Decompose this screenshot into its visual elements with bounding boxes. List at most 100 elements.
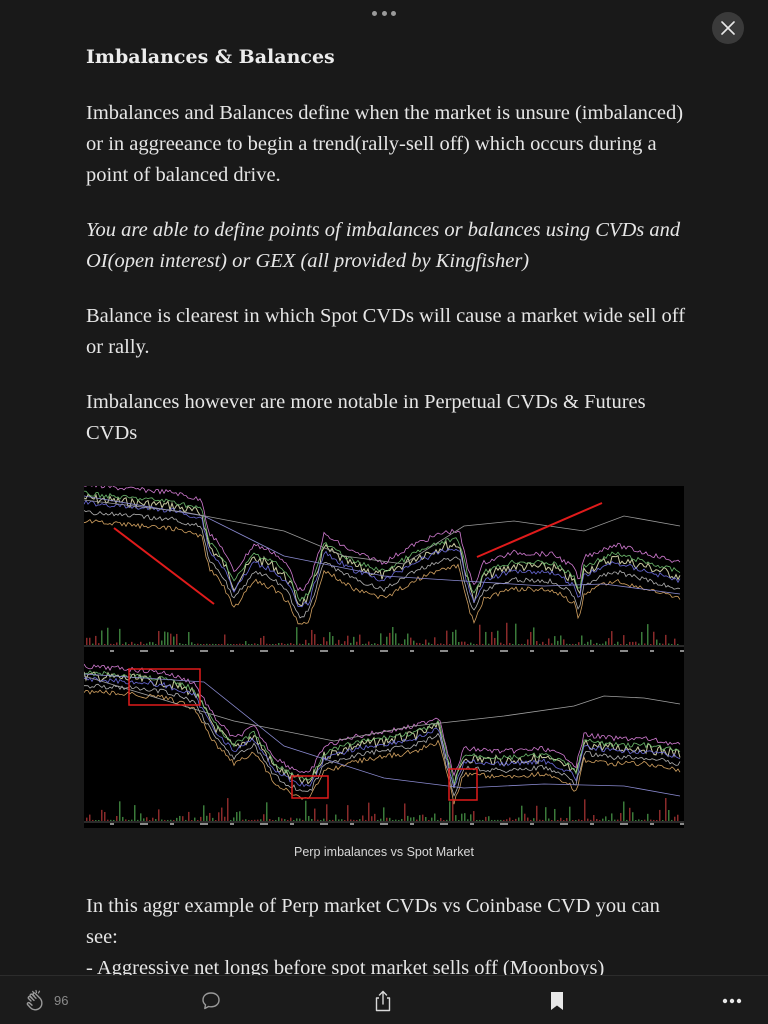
volume-bar (512, 643, 514, 645)
volume-bar (299, 643, 301, 645)
volume-bar (356, 641, 358, 645)
volume-bar (668, 643, 670, 645)
volume-bar (125, 819, 127, 821)
volume-bar (254, 819, 256, 821)
volume-bar (320, 643, 322, 645)
volume-bar (452, 800, 454, 821)
volume-bar (113, 643, 115, 645)
comment-button[interactable] (200, 976, 222, 1024)
axis-tick-mark (350, 650, 354, 652)
volume-bar (515, 623, 517, 645)
volume-bar (398, 819, 400, 821)
axis-tick-mark (140, 823, 148, 825)
volume-bar (92, 819, 94, 821)
volume-bar (290, 817, 292, 821)
volume-bar (548, 638, 550, 645)
volume-bar (308, 643, 310, 645)
axis-tick-mark (500, 823, 508, 825)
volume-bar (428, 819, 430, 821)
close-button[interactable] (712, 12, 744, 44)
volume-bar (329, 819, 331, 821)
volume-bar (266, 643, 268, 645)
volume-bar (227, 798, 229, 821)
share-button[interactable] (372, 976, 394, 1024)
volume-bar (584, 643, 586, 645)
volume-bar (89, 637, 91, 645)
volume-bar (542, 819, 544, 821)
volume-bar (119, 628, 121, 645)
volume-bar (110, 643, 112, 645)
volume-bar (326, 804, 328, 821)
volume-bar (638, 819, 640, 821)
volume-bar (413, 817, 415, 821)
volume-bar (269, 819, 271, 821)
volume-bar (431, 817, 433, 821)
volume-bar (110, 819, 112, 821)
volume-bar (470, 814, 472, 821)
volume-bar (362, 815, 364, 821)
volume-bar (251, 819, 253, 821)
volume-bar (362, 643, 364, 645)
clap-button[interactable]: 96 (24, 976, 68, 1024)
volume-bar (341, 643, 343, 645)
volume-bar (572, 819, 574, 821)
volume-bar (185, 643, 187, 645)
volume-bar (293, 820, 295, 821)
volume-bar (293, 643, 295, 645)
volume-bar (122, 816, 124, 821)
volume-bar (287, 643, 289, 645)
volume-bar (92, 643, 94, 645)
volume-bar (152, 817, 154, 821)
volume-bar (227, 643, 229, 645)
volume-bar (539, 643, 541, 645)
cvd-trace (84, 675, 681, 742)
volume-bar (617, 819, 619, 821)
volume-bar (620, 813, 622, 821)
volume-bar (104, 811, 106, 821)
volume-bar (263, 814, 265, 821)
volume-bar (314, 808, 316, 821)
volume-bar (377, 643, 379, 645)
volume-bar (554, 636, 556, 645)
volume-bar (605, 641, 607, 645)
volume-bar (665, 798, 667, 821)
volume-bar (566, 818, 568, 821)
volume-bar (575, 643, 577, 645)
volume-bar (164, 819, 166, 821)
volume-bar (479, 819, 481, 821)
volume-bar (671, 643, 673, 645)
axis-tick-mark (530, 823, 534, 825)
volume-bar (233, 643, 235, 645)
volume-bar (590, 819, 592, 821)
paragraph-balance-spot: Balance is clearest in which Spot CVDs w… (86, 305, 686, 358)
volume-bar (491, 819, 493, 821)
volume-bar (101, 809, 103, 821)
volume-bar (218, 643, 220, 645)
bookmark-button[interactable] (548, 976, 566, 1024)
volume-bar (422, 644, 424, 645)
volume-bars-top (86, 622, 679, 645)
downtrend-arrow-annotation (113, 527, 215, 605)
volume-bar (272, 820, 274, 821)
more-button[interactable] (722, 976, 742, 1024)
volume-bar (458, 819, 460, 821)
axis-tick-mark (200, 650, 208, 652)
volume-bar (200, 643, 202, 645)
volume-bar (383, 643, 385, 645)
axis-tick-mark (260, 823, 268, 825)
volume-bar (662, 819, 664, 821)
volume-bar (530, 631, 532, 645)
axis-tick-mark (170, 650, 174, 652)
volume-bar (488, 643, 490, 645)
volume-bar (197, 643, 199, 645)
volume-bar (143, 643, 145, 645)
axis-tick-mark (560, 823, 568, 825)
volume-bar (194, 643, 196, 645)
volume-bar (203, 644, 205, 645)
volume-bar (569, 806, 571, 821)
axis-tick-mark (500, 650, 508, 652)
chart-screenshot-image[interactable] (84, 486, 684, 828)
drag-handle-icon[interactable] (372, 9, 396, 17)
axis-tick-mark (110, 650, 114, 652)
volume-bar (596, 819, 598, 821)
